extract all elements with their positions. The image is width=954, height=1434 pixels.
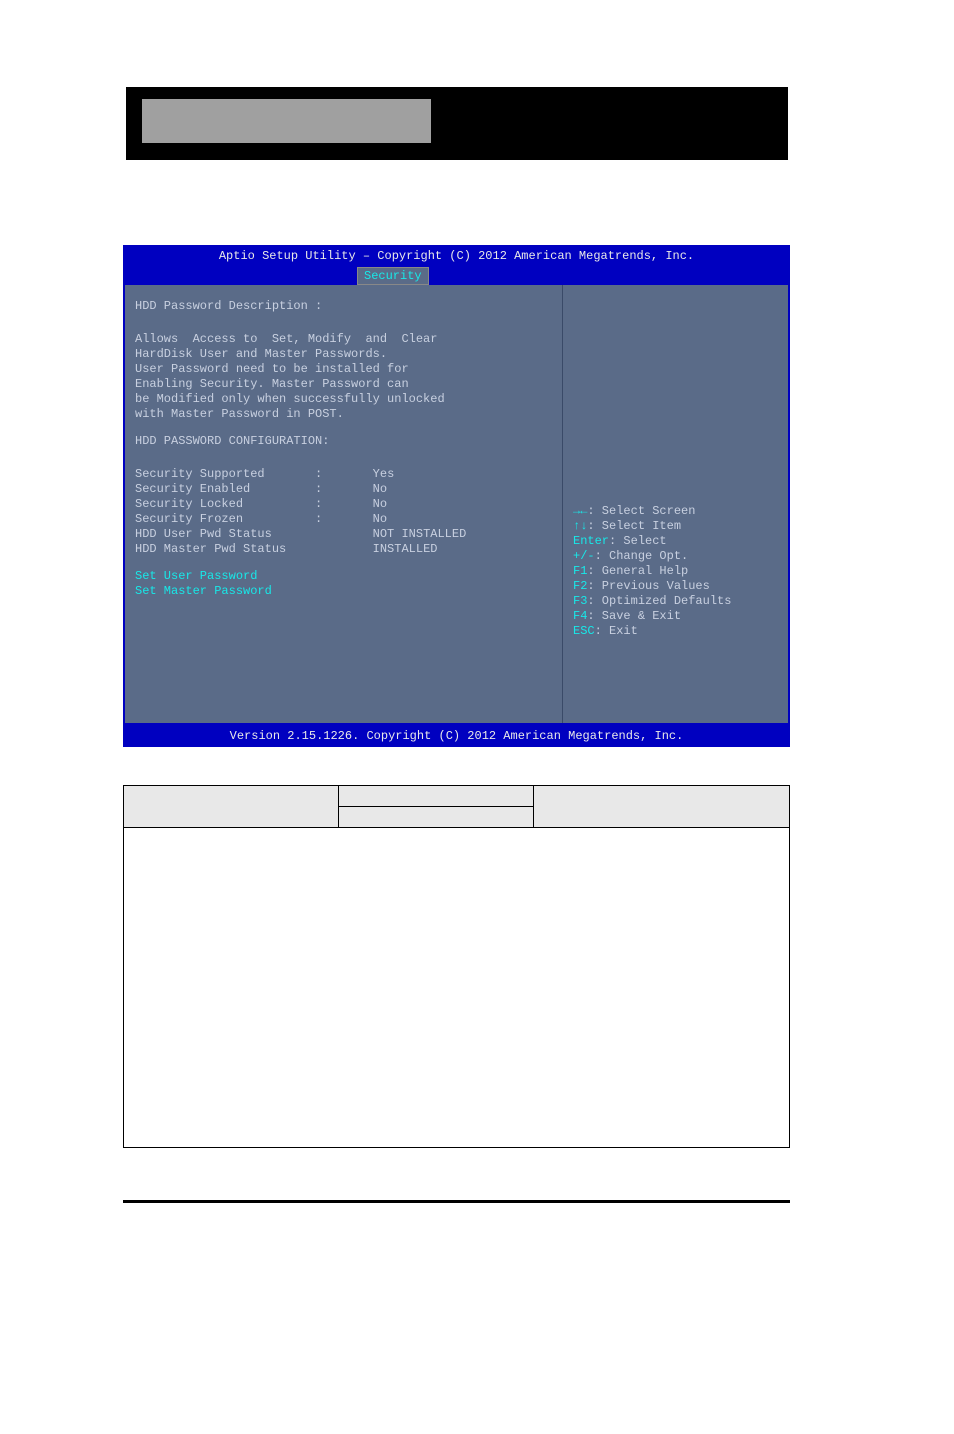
- bios-left-pane: HDD Password Description : Allows Access…: [125, 285, 563, 723]
- help-text: : Exit: [595, 624, 638, 638]
- help-key: Enter: [573, 534, 609, 548]
- desc-line: HardDisk User and Master Passwords.: [135, 347, 552, 362]
- tab-security[interactable]: Security: [357, 267, 429, 285]
- cfg-label: HDD Master Pwd Status: [135, 542, 286, 556]
- table-body-cell: [124, 828, 790, 1148]
- help-text: : Select: [609, 534, 667, 548]
- config-row: HDD User Pwd Status NOT INSTALLED: [135, 527, 552, 542]
- footer-rule: [123, 1200, 790, 1203]
- config-row: Security Locked : No: [135, 497, 552, 512]
- desc-line: Enabling Security. Master Password can: [135, 377, 552, 392]
- table-header: [534, 786, 790, 828]
- help-row: ESC: Exit: [573, 624, 778, 639]
- desc-line: Allows Access to Set, Modify and Clear: [135, 332, 552, 347]
- settings-table: [123, 785, 790, 1148]
- bios-body: HDD Password Description : Allows Access…: [123, 285, 790, 725]
- config-row: HDD Master Pwd Status INSTALLED: [135, 542, 552, 557]
- help-text: : Select Item: [587, 519, 681, 533]
- help-key: ESC: [573, 624, 595, 638]
- help-key: →←: [573, 504, 587, 518]
- bios-title-bar: Aptio Setup Utility – Copyright (C) 2012…: [123, 245, 790, 267]
- help-text: : Previous Values: [587, 579, 709, 593]
- cfg-sep: :: [315, 467, 322, 481]
- cfg-sep: :: [315, 497, 322, 511]
- table-header: [339, 807, 534, 828]
- bios-footer: Version 2.15.1226. Copyright (C) 2012 Am…: [123, 725, 790, 747]
- cfg-sep: :: [315, 482, 322, 496]
- cfg-value: INSTALLED: [373, 542, 438, 556]
- help-row: F2: Previous Values: [573, 579, 778, 594]
- config-row: Security Supported : Yes: [135, 467, 552, 482]
- help-text: : Select Screen: [587, 504, 695, 518]
- cfg-label: Security Frozen: [135, 512, 243, 526]
- cfg-value: No: [373, 512, 387, 526]
- hdd-config-header: HDD PASSWORD CONFIGURATION:: [135, 434, 552, 449]
- help-text: : General Help: [587, 564, 688, 578]
- bios-right-pane: →←: Select Screen ↑↓: Select Item Enter:…: [563, 285, 788, 723]
- cfg-label: Security Supported: [135, 467, 265, 481]
- help-text: : Save & Exit: [587, 609, 681, 623]
- help-text: : Change Opt.: [595, 549, 689, 563]
- help-text: : Optimized Defaults: [587, 594, 731, 608]
- page-header-grey: [142, 99, 431, 143]
- cfg-value: NOT INSTALLED: [373, 527, 467, 541]
- help-key: F4: [573, 609, 587, 623]
- cfg-sep: :: [315, 512, 322, 526]
- cfg-label: HDD User Pwd Status: [135, 527, 272, 541]
- help-row: F3: Optimized Defaults: [573, 594, 778, 609]
- bios-screenshot: Aptio Setup Utility – Copyright (C) 2012…: [123, 245, 790, 737]
- help-key: F1: [573, 564, 587, 578]
- cfg-label: Security Locked: [135, 497, 243, 511]
- help-row: Enter: Select: [573, 534, 778, 549]
- hdd-desc-header: HDD Password Description :: [135, 299, 552, 314]
- table-header: [339, 786, 534, 807]
- help-row: ↑↓: Select Item: [573, 519, 778, 534]
- help-row: F1: General Help: [573, 564, 778, 579]
- help-key: F2: [573, 579, 587, 593]
- config-row: Security Enabled : No: [135, 482, 552, 497]
- set-user-password[interactable]: Set User Password: [135, 569, 552, 584]
- cfg-value: No: [373, 497, 387, 511]
- desc-line: with Master Password in POST.: [135, 407, 552, 422]
- table-header: [124, 786, 339, 828]
- help-key: +/-: [573, 549, 595, 563]
- help-row: +/-: Change Opt.: [573, 549, 778, 564]
- bios-tab-row: Security: [123, 267, 790, 285]
- set-master-password[interactable]: Set Master Password: [135, 584, 552, 599]
- desc-line: User Password need to be installed for: [135, 362, 552, 377]
- help-row: F4: Save & Exit: [573, 609, 778, 624]
- config-row: Security Frozen : No: [135, 512, 552, 527]
- cfg-label: Security Enabled: [135, 482, 250, 496]
- desc-line: be Modified only when successfully unloc…: [135, 392, 552, 407]
- cfg-value: Yes: [373, 467, 395, 481]
- help-row: →←: Select Screen: [573, 504, 778, 519]
- help-key: F3: [573, 594, 587, 608]
- help-key: ↑↓: [573, 519, 587, 533]
- cfg-value: No: [373, 482, 387, 496]
